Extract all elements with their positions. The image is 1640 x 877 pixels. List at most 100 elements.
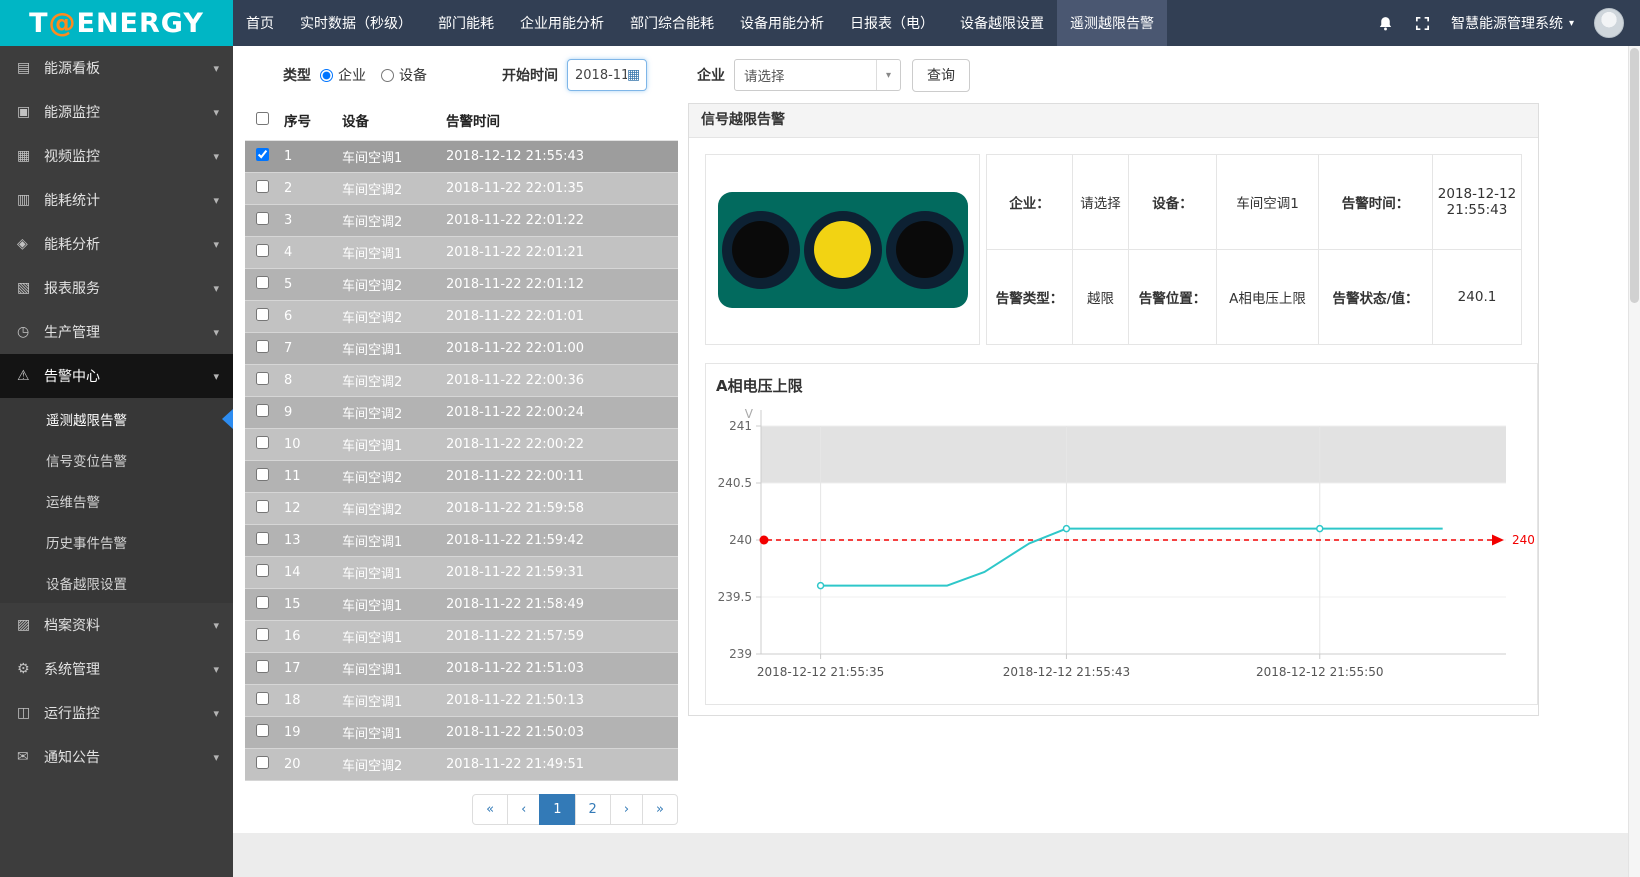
- nav-item[interactable]: 部门综合能耗: [617, 0, 727, 46]
- kanban-icon: ▤: [17, 60, 44, 76]
- row-checkbox[interactable]: [256, 532, 269, 545]
- system-name-menu[interactable]: 智慧能源管理系统 ▾: [1451, 13, 1574, 33]
- table-row[interactable]: 16车间空调12018-11-22 21:57:59: [245, 621, 678, 653]
- row-checkbox[interactable]: [256, 564, 269, 577]
- table-row[interactable]: 5车间空调22018-11-22 22:01:12: [245, 269, 678, 301]
- sidebar-item[interactable]: ▨档案资料▾: [0, 603, 233, 647]
- row-checkbox[interactable]: [256, 340, 269, 353]
- row-checkbox[interactable]: [256, 596, 269, 609]
- table-row[interactable]: 7车间空调12018-11-22 22:01:00: [245, 333, 678, 365]
- table-row[interactable]: 1车间空调12018-12-12 21:55:43: [245, 141, 678, 173]
- sidebar-sub-item[interactable]: 设备越限设置: [0, 562, 233, 603]
- table-row[interactable]: 13车间空调12018-11-22 21:59:42: [245, 525, 678, 557]
- nav-item[interactable]: 设备用能分析: [727, 0, 837, 46]
- vertical-scrollbar[interactable]: [1628, 46, 1640, 877]
- radio-input[interactable]: [320, 69, 333, 82]
- row-checkbox[interactable]: [256, 724, 269, 737]
- row-checkbox[interactable]: [256, 660, 269, 673]
- table-row[interactable]: 19车间空调12018-11-22 21:50:03: [245, 717, 678, 749]
- page-button[interactable]: «: [472, 794, 508, 825]
- table-row[interactable]: 20车间空调22018-11-22 21:49:51: [245, 749, 678, 781]
- nav-item[interactable]: 部门能耗: [425, 0, 507, 46]
- row-checkbox[interactable]: [256, 308, 269, 321]
- bell-icon[interactable]: [1377, 15, 1394, 32]
- table-row[interactable]: 18车间空调12018-11-22 21:50:13: [245, 685, 678, 717]
- row-checkbox[interactable]: [256, 404, 269, 417]
- row-device: 车间空调1: [336, 429, 440, 461]
- sidebar-sub-item[interactable]: 运维告警: [0, 480, 233, 521]
- voltage-line-chart: 241240.5240239.52392018-12-12 21:55:3520…: [706, 396, 1535, 698]
- type-radio-option[interactable]: 设备: [381, 65, 427, 85]
- table-row[interactable]: 10车间空调12018-11-22 22:00:22: [245, 429, 678, 461]
- topbar: T@ENERGY 首页实时数据（秒级）部门能耗企业用能分析部门综合能耗设备用能分…: [0, 0, 1640, 46]
- row-checkbox[interactable]: [256, 628, 269, 641]
- table-row[interactable]: 6车间空调22018-11-22 22:01:01: [245, 301, 678, 333]
- nav-item[interactable]: 实时数据（秒级）: [287, 0, 425, 46]
- sidebar-item[interactable]: ▦视频监控▾: [0, 134, 233, 178]
- row-checkbox[interactable]: [256, 436, 269, 449]
- row-time: 2018-11-22 21:50:13: [440, 685, 678, 717]
- avatar[interactable]: [1594, 8, 1624, 38]
- sidebar-item[interactable]: ⚠告警中心▾: [0, 354, 233, 398]
- page-button[interactable]: 2: [575, 794, 611, 825]
- sidebar-item[interactable]: ▥能耗统计▾: [0, 178, 233, 222]
- megaphone-icon: ✉: [17, 749, 44, 765]
- nav-item[interactable]: 设备越限设置: [947, 0, 1057, 46]
- row-no: 15: [278, 589, 336, 621]
- calendar-icon[interactable]: ▦: [627, 67, 640, 83]
- start-time-input[interactable]: ▦: [567, 59, 647, 91]
- sidebar-item[interactable]: ✉通知公告▾: [0, 735, 233, 779]
- page-button[interactable]: ‹: [507, 794, 540, 825]
- sidebar-item[interactable]: ▤能源看板▾: [0, 46, 233, 90]
- start-time-value[interactable]: [575, 68, 627, 83]
- radio-input[interactable]: [381, 69, 394, 82]
- nav-item[interactable]: 遥测越限告警: [1057, 0, 1167, 46]
- fullscreen-icon[interactable]: [1414, 15, 1431, 32]
- table-row[interactable]: 15车间空调12018-11-22 21:58:49: [245, 589, 678, 621]
- row-checkbox[interactable]: [256, 500, 269, 513]
- row-checkbox[interactable]: [256, 756, 269, 769]
- row-checkbox[interactable]: [256, 212, 269, 225]
- sidebar-item[interactable]: ⚙系统管理▾: [0, 647, 233, 691]
- table-row[interactable]: 3车间空调22018-11-22 22:01:22: [245, 205, 678, 237]
- table-row[interactable]: 17车间空调12018-11-22 21:51:03: [245, 653, 678, 685]
- sidebar-item[interactable]: ◈能耗分析▾: [0, 222, 233, 266]
- table-row[interactable]: 12车间空调22018-11-22 21:59:58: [245, 493, 678, 525]
- table-row[interactable]: 4车间空调12018-11-22 22:01:21: [245, 237, 678, 269]
- page-button[interactable]: ›: [610, 794, 643, 825]
- nav-item[interactable]: 日报表（电）: [837, 0, 947, 46]
- type-radio-option[interactable]: 企业: [320, 65, 366, 85]
- sidebar-item[interactable]: ◫运行监控▾: [0, 691, 233, 735]
- table-row[interactable]: 14车间空调12018-11-22 21:59:31: [245, 557, 678, 589]
- row-checkbox[interactable]: [256, 276, 269, 289]
- select-all-checkbox[interactable]: [256, 112, 269, 125]
- scrollbar-thumb[interactable]: [1630, 48, 1639, 303]
- sidebar-sub-item[interactable]: 历史事件告警: [0, 521, 233, 562]
- table-row[interactable]: 9车间空调22018-11-22 22:00:24: [245, 397, 678, 429]
- table-row[interactable]: 2车间空调22018-11-22 22:01:35: [245, 173, 678, 205]
- sidebar-item-label: 能耗分析: [44, 234, 100, 254]
- table-row[interactable]: 11车间空调22018-11-22 22:00:11: [245, 461, 678, 493]
- table-row[interactable]: 8车间空调22018-11-22 22:00:36: [245, 365, 678, 397]
- sidebar-item-label: 通知公告: [44, 747, 100, 767]
- sidebar-item[interactable]: ◷生产管理▾: [0, 310, 233, 354]
- sidebar-sub-item[interactable]: 信号变位告警: [0, 439, 233, 480]
- page-button[interactable]: »: [642, 794, 678, 825]
- row-checkbox[interactable]: [256, 372, 269, 385]
- logo-text-rest: ENERGY: [77, 8, 204, 39]
- company-select[interactable]: 请选择 ▾: [734, 59, 901, 91]
- sidebar: ▤能源看板▾▣能源监控▾▦视频监控▾▥能耗统计▾◈能耗分析▾▧报表服务▾◷生产管…: [0, 46, 233, 877]
- page-button[interactable]: 1: [539, 794, 575, 825]
- row-time: 2018-11-22 22:01:21: [440, 237, 678, 269]
- row-checkbox[interactable]: [256, 692, 269, 705]
- row-checkbox[interactable]: [256, 244, 269, 257]
- row-checkbox[interactable]: [256, 180, 269, 193]
- nav-item[interactable]: 企业用能分析: [507, 0, 617, 46]
- row-checkbox[interactable]: [256, 468, 269, 481]
- nav-item[interactable]: 首页: [233, 0, 287, 46]
- row-checkbox[interactable]: [256, 148, 269, 161]
- sidebar-sub-item[interactable]: 遥测越限告警: [0, 398, 233, 439]
- sidebar-item[interactable]: ▧报表服务▾: [0, 266, 233, 310]
- sidebar-item[interactable]: ▣能源监控▾: [0, 90, 233, 134]
- query-button[interactable]: 查询: [912, 59, 970, 92]
